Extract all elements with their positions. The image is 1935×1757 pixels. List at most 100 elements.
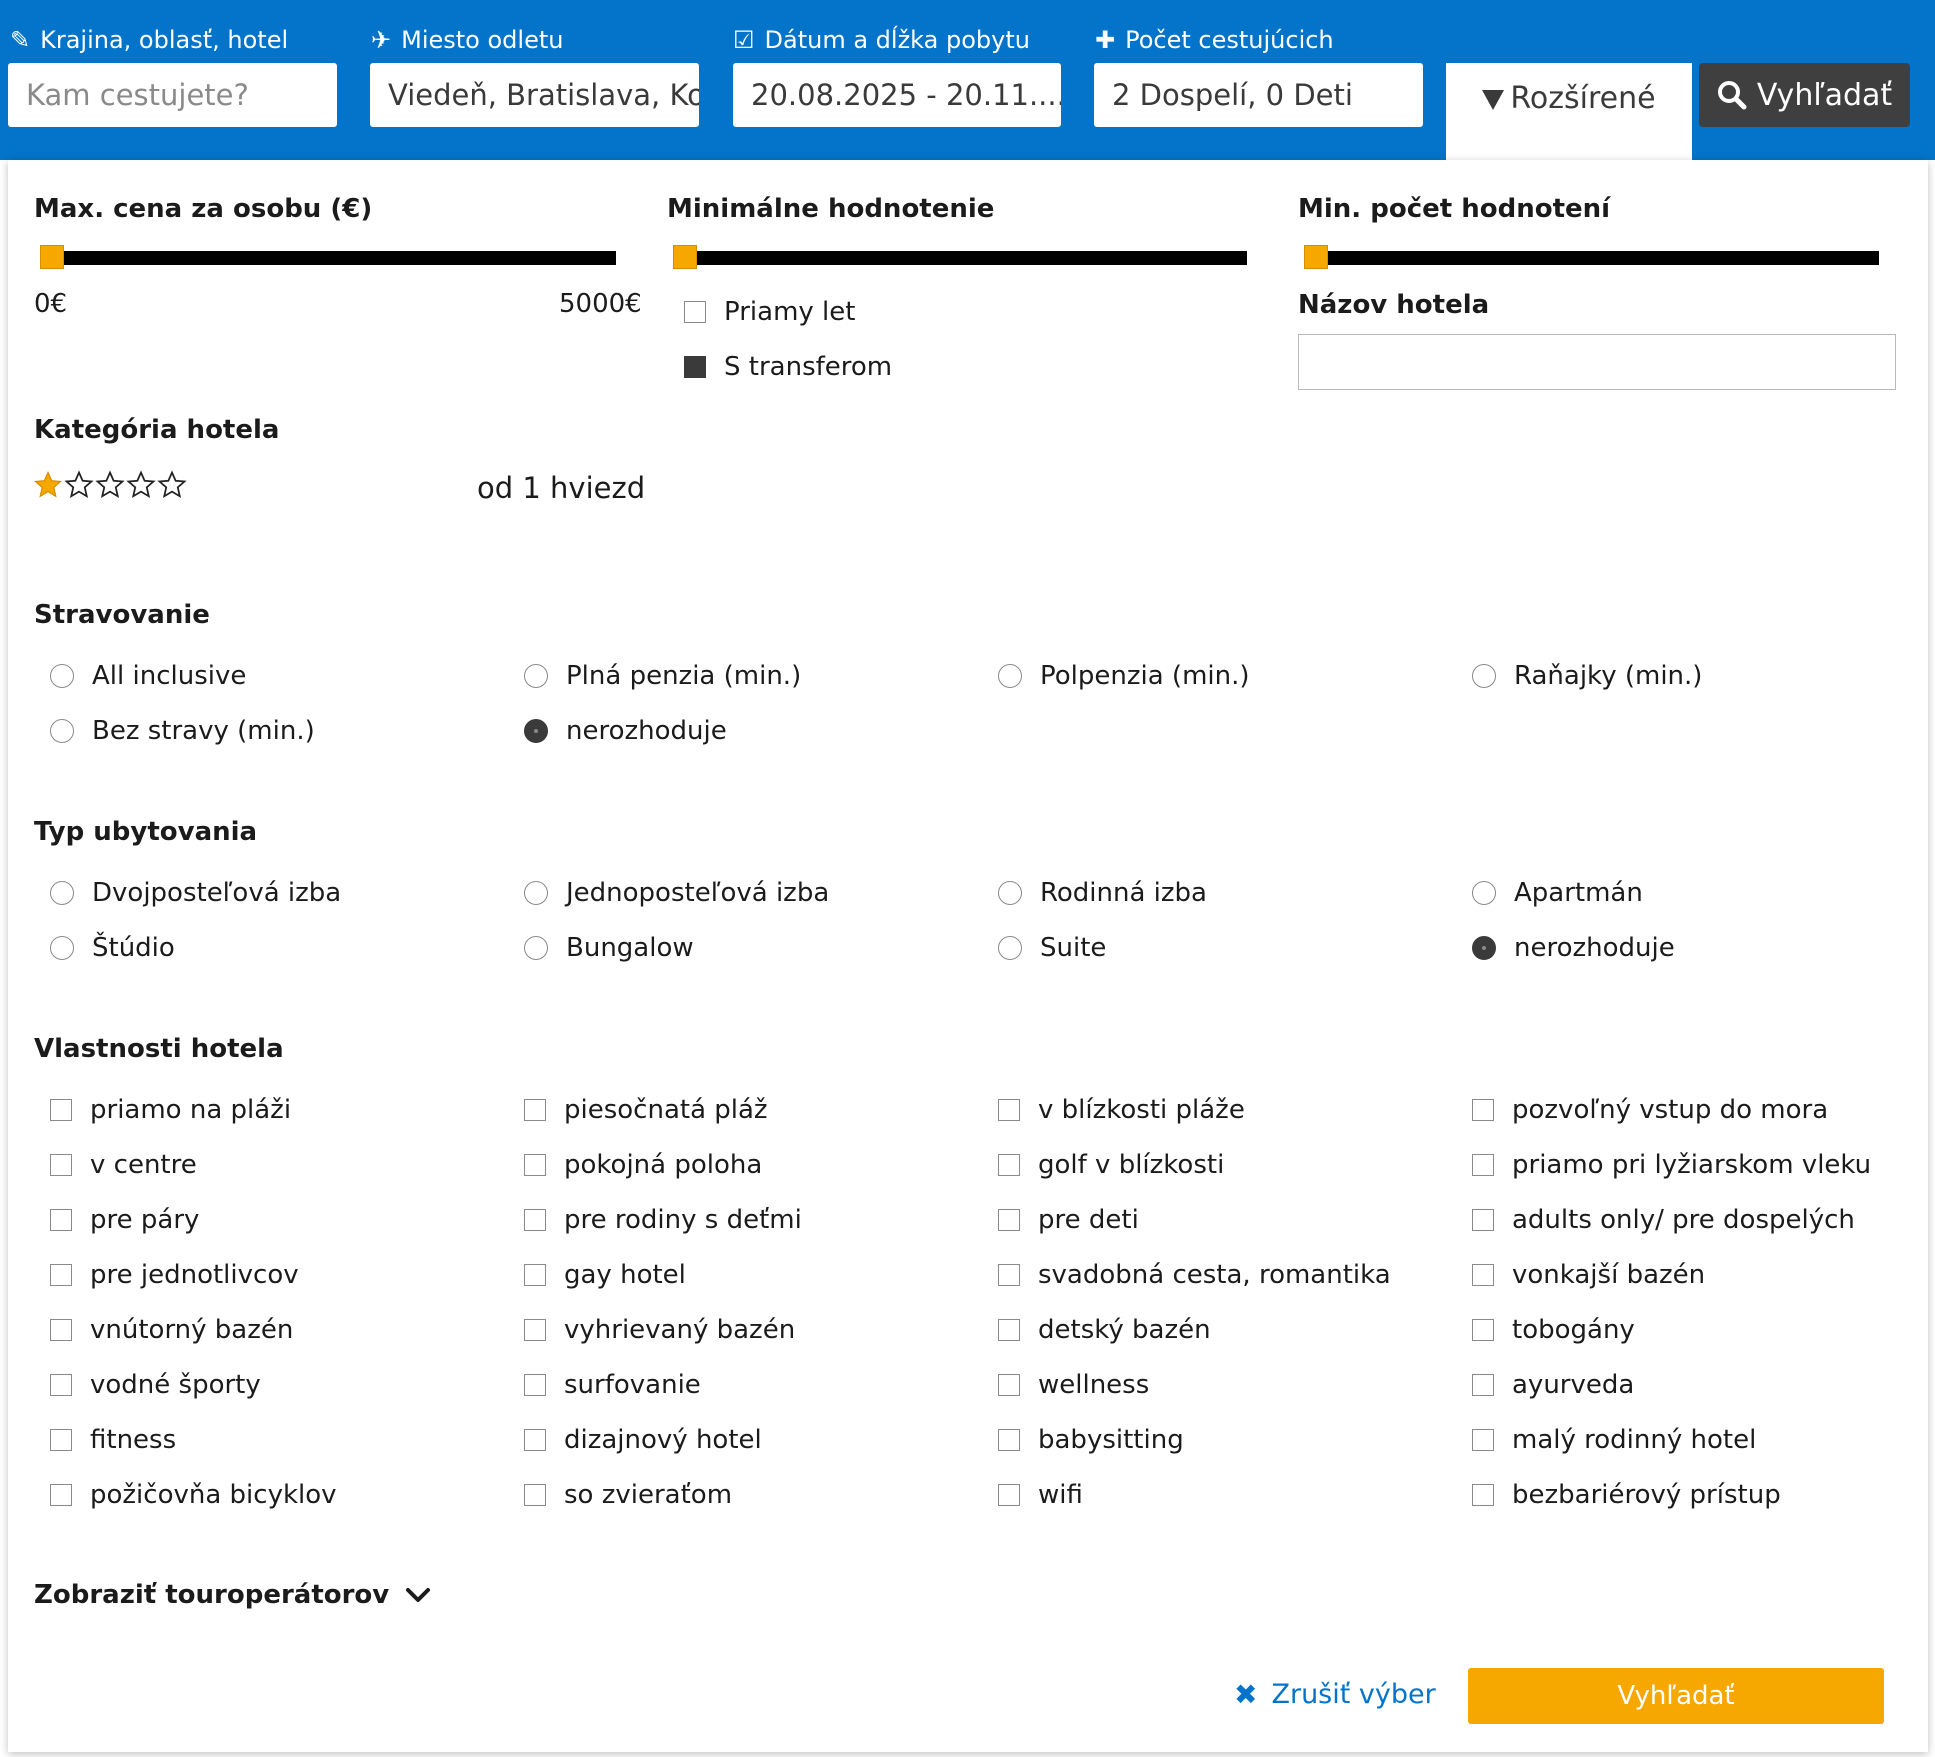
checkbox[interactable] xyxy=(50,1484,72,1506)
meal-option-half-board[interactable]: Polpenzia (min.) xyxy=(998,661,1250,691)
min-reviews-slider-track[interactable] xyxy=(1304,251,1879,265)
flight-option-direct[interactable]: Priamy let xyxy=(684,297,855,327)
radio-button[interactable] xyxy=(524,936,548,960)
flight-option-transfer[interactable]: S transferom xyxy=(684,352,892,382)
checkbox[interactable] xyxy=(998,1209,1020,1231)
checkbox[interactable] xyxy=(524,1099,546,1121)
checkbox[interactable] xyxy=(1472,1484,1494,1506)
min-rating-slider-thumb[interactable] xyxy=(673,245,697,269)
feature-checkbox-item[interactable]: tobogány xyxy=(1472,1315,1635,1345)
feature-checkbox-item[interactable]: wellness xyxy=(998,1370,1149,1400)
feature-checkbox-item[interactable]: pre rodiny s deťmi xyxy=(524,1205,802,1235)
feature-checkbox-item[interactable]: ayurveda xyxy=(1472,1370,1634,1400)
accommodation-option-any[interactable]: nerozhoduje xyxy=(1472,933,1675,963)
checkbox[interactable] xyxy=(524,1264,546,1286)
meal-option-no-meals[interactable]: Bez stravy (min.) xyxy=(50,716,315,746)
checkbox[interactable] xyxy=(524,1484,546,1506)
accommodation-option-suite[interactable]: Suite xyxy=(998,933,1106,963)
meal-option-breakfast[interactable]: Raňajky (min.) xyxy=(1472,661,1702,691)
feature-checkbox-item[interactable]: golf v blízkosti xyxy=(998,1150,1224,1180)
feature-checkbox-item[interactable]: piesočnatá pláž xyxy=(524,1095,768,1125)
accommodation-option-family[interactable]: Rodinná izba xyxy=(998,878,1207,908)
accommodation-option-double[interactable]: Dvojposteľová izba xyxy=(50,878,341,908)
feature-checkbox-item[interactable]: priamo pri lyžiarskom vleku xyxy=(1472,1150,1871,1180)
cancel-selection-link[interactable]: ✖ Zrušiť výber xyxy=(1234,1678,1436,1711)
hotel-category-stars[interactable] xyxy=(33,470,187,500)
feature-checkbox-item[interactable]: so zvieraťom xyxy=(524,1480,732,1510)
checkbox[interactable] xyxy=(524,1319,546,1341)
search-button-bottom[interactable]: Vyhľadať xyxy=(1468,1668,1884,1724)
radio-button[interactable] xyxy=(1472,881,1496,905)
star-empty-icon[interactable] xyxy=(95,470,125,500)
transfer-checkbox[interactable] xyxy=(684,356,706,378)
destination-input[interactable]: Kam cestujete? xyxy=(8,63,337,127)
feature-checkbox-item[interactable]: fitness xyxy=(50,1425,176,1455)
travelers-input[interactable]: 2 Dospelí, 0 Deti xyxy=(1094,63,1423,127)
meal-option-full-board[interactable]: Plná penzia (min.) xyxy=(524,661,801,691)
checkbox[interactable] xyxy=(1472,1264,1494,1286)
feature-checkbox-item[interactable]: v blízkosti pláže xyxy=(998,1095,1245,1125)
checkbox[interactable] xyxy=(1472,1099,1494,1121)
feature-checkbox-item[interactable]: pre jednotlivcov xyxy=(50,1260,299,1290)
checkbox[interactable] xyxy=(998,1484,1020,1506)
checkbox[interactable] xyxy=(524,1374,546,1396)
checkbox[interactable] xyxy=(524,1429,546,1451)
feature-checkbox-item[interactable]: wifi xyxy=(998,1480,1083,1510)
radio-button[interactable] xyxy=(50,881,74,905)
checkbox[interactable] xyxy=(50,1099,72,1121)
radio-button-selected[interactable] xyxy=(1472,936,1496,960)
radio-button[interactable] xyxy=(998,664,1022,688)
accommodation-option-studio[interactable]: Štúdio xyxy=(50,933,175,963)
radio-button[interactable] xyxy=(524,664,548,688)
feature-checkbox-item[interactable]: vnútorný bazén xyxy=(50,1315,293,1345)
star-empty-icon[interactable] xyxy=(126,470,156,500)
feature-checkbox-item[interactable]: pre páry xyxy=(50,1205,199,1235)
feature-checkbox-item[interactable]: detský bazén xyxy=(998,1315,1211,1345)
checkbox[interactable] xyxy=(998,1099,1020,1121)
search-button-top[interactable]: Vyhľadať xyxy=(1699,63,1910,127)
show-tour-operators-toggle[interactable]: Zobraziť touroperátorov xyxy=(34,1580,431,1610)
feature-checkbox-item[interactable]: vonkajší bazén xyxy=(1472,1260,1705,1290)
feature-checkbox-item[interactable]: dizajnový hotel xyxy=(524,1425,762,1455)
feature-checkbox-item[interactable]: pre deti xyxy=(998,1205,1139,1235)
radio-button[interactable] xyxy=(1472,664,1496,688)
feature-checkbox-item[interactable]: požičovňa bicyklov xyxy=(50,1480,337,1510)
feature-checkbox-item[interactable]: vodné športy xyxy=(50,1370,261,1400)
checkbox[interactable] xyxy=(50,1374,72,1396)
checkbox[interactable] xyxy=(524,1154,546,1176)
max-price-slider-track[interactable] xyxy=(40,251,616,265)
checkbox[interactable] xyxy=(1472,1374,1494,1396)
checkbox[interactable] xyxy=(998,1319,1020,1341)
radio-button[interactable] xyxy=(524,881,548,905)
feature-checkbox-item[interactable]: adults only/ pre dospelých xyxy=(1472,1205,1855,1235)
advanced-toggle-tab[interactable]: Rozšírené xyxy=(1446,63,1692,160)
accommodation-option-single[interactable]: Jednoposteľová izba xyxy=(524,878,829,908)
direct-flight-checkbox[interactable] xyxy=(684,301,706,323)
checkbox[interactable] xyxy=(1472,1319,1494,1341)
meal-option-any[interactable]: nerozhoduje xyxy=(524,716,727,746)
radio-button[interactable] xyxy=(998,881,1022,905)
feature-checkbox-item[interactable]: v centre xyxy=(50,1150,197,1180)
checkbox[interactable] xyxy=(524,1209,546,1231)
feature-checkbox-item[interactable]: pokojná poloha xyxy=(524,1150,762,1180)
checkbox[interactable] xyxy=(998,1154,1020,1176)
accommodation-option-apartment[interactable]: Apartmán xyxy=(1472,878,1643,908)
checkbox[interactable] xyxy=(998,1429,1020,1451)
feature-checkbox-item[interactable]: pozvoľný vstup do mora xyxy=(1472,1095,1828,1125)
meal-option-all-inclusive[interactable]: All inclusive xyxy=(50,661,246,691)
checkbox[interactable] xyxy=(50,1209,72,1231)
star-empty-icon[interactable] xyxy=(157,470,187,500)
min-rating-slider-track[interactable] xyxy=(673,251,1247,265)
feature-checkbox-item[interactable]: priamo na pláži xyxy=(50,1095,291,1125)
feature-checkbox-item[interactable]: vyhrievaný bazén xyxy=(524,1315,795,1345)
checkbox[interactable] xyxy=(1472,1429,1494,1451)
checkbox[interactable] xyxy=(50,1429,72,1451)
feature-checkbox-item[interactable]: bezbariérový prístup xyxy=(1472,1480,1781,1510)
max-price-slider-thumb[interactable] xyxy=(40,245,64,269)
departure-input[interactable]: Viedeň, Bratislava, Ko... xyxy=(370,63,699,127)
star-empty-icon[interactable] xyxy=(64,470,94,500)
feature-checkbox-item[interactable]: svadobná cesta, romantika xyxy=(998,1260,1391,1290)
checkbox[interactable] xyxy=(998,1374,1020,1396)
feature-checkbox-item[interactable]: malý rodinný hotel xyxy=(1472,1425,1756,1455)
hotel-name-input[interactable] xyxy=(1298,334,1896,390)
